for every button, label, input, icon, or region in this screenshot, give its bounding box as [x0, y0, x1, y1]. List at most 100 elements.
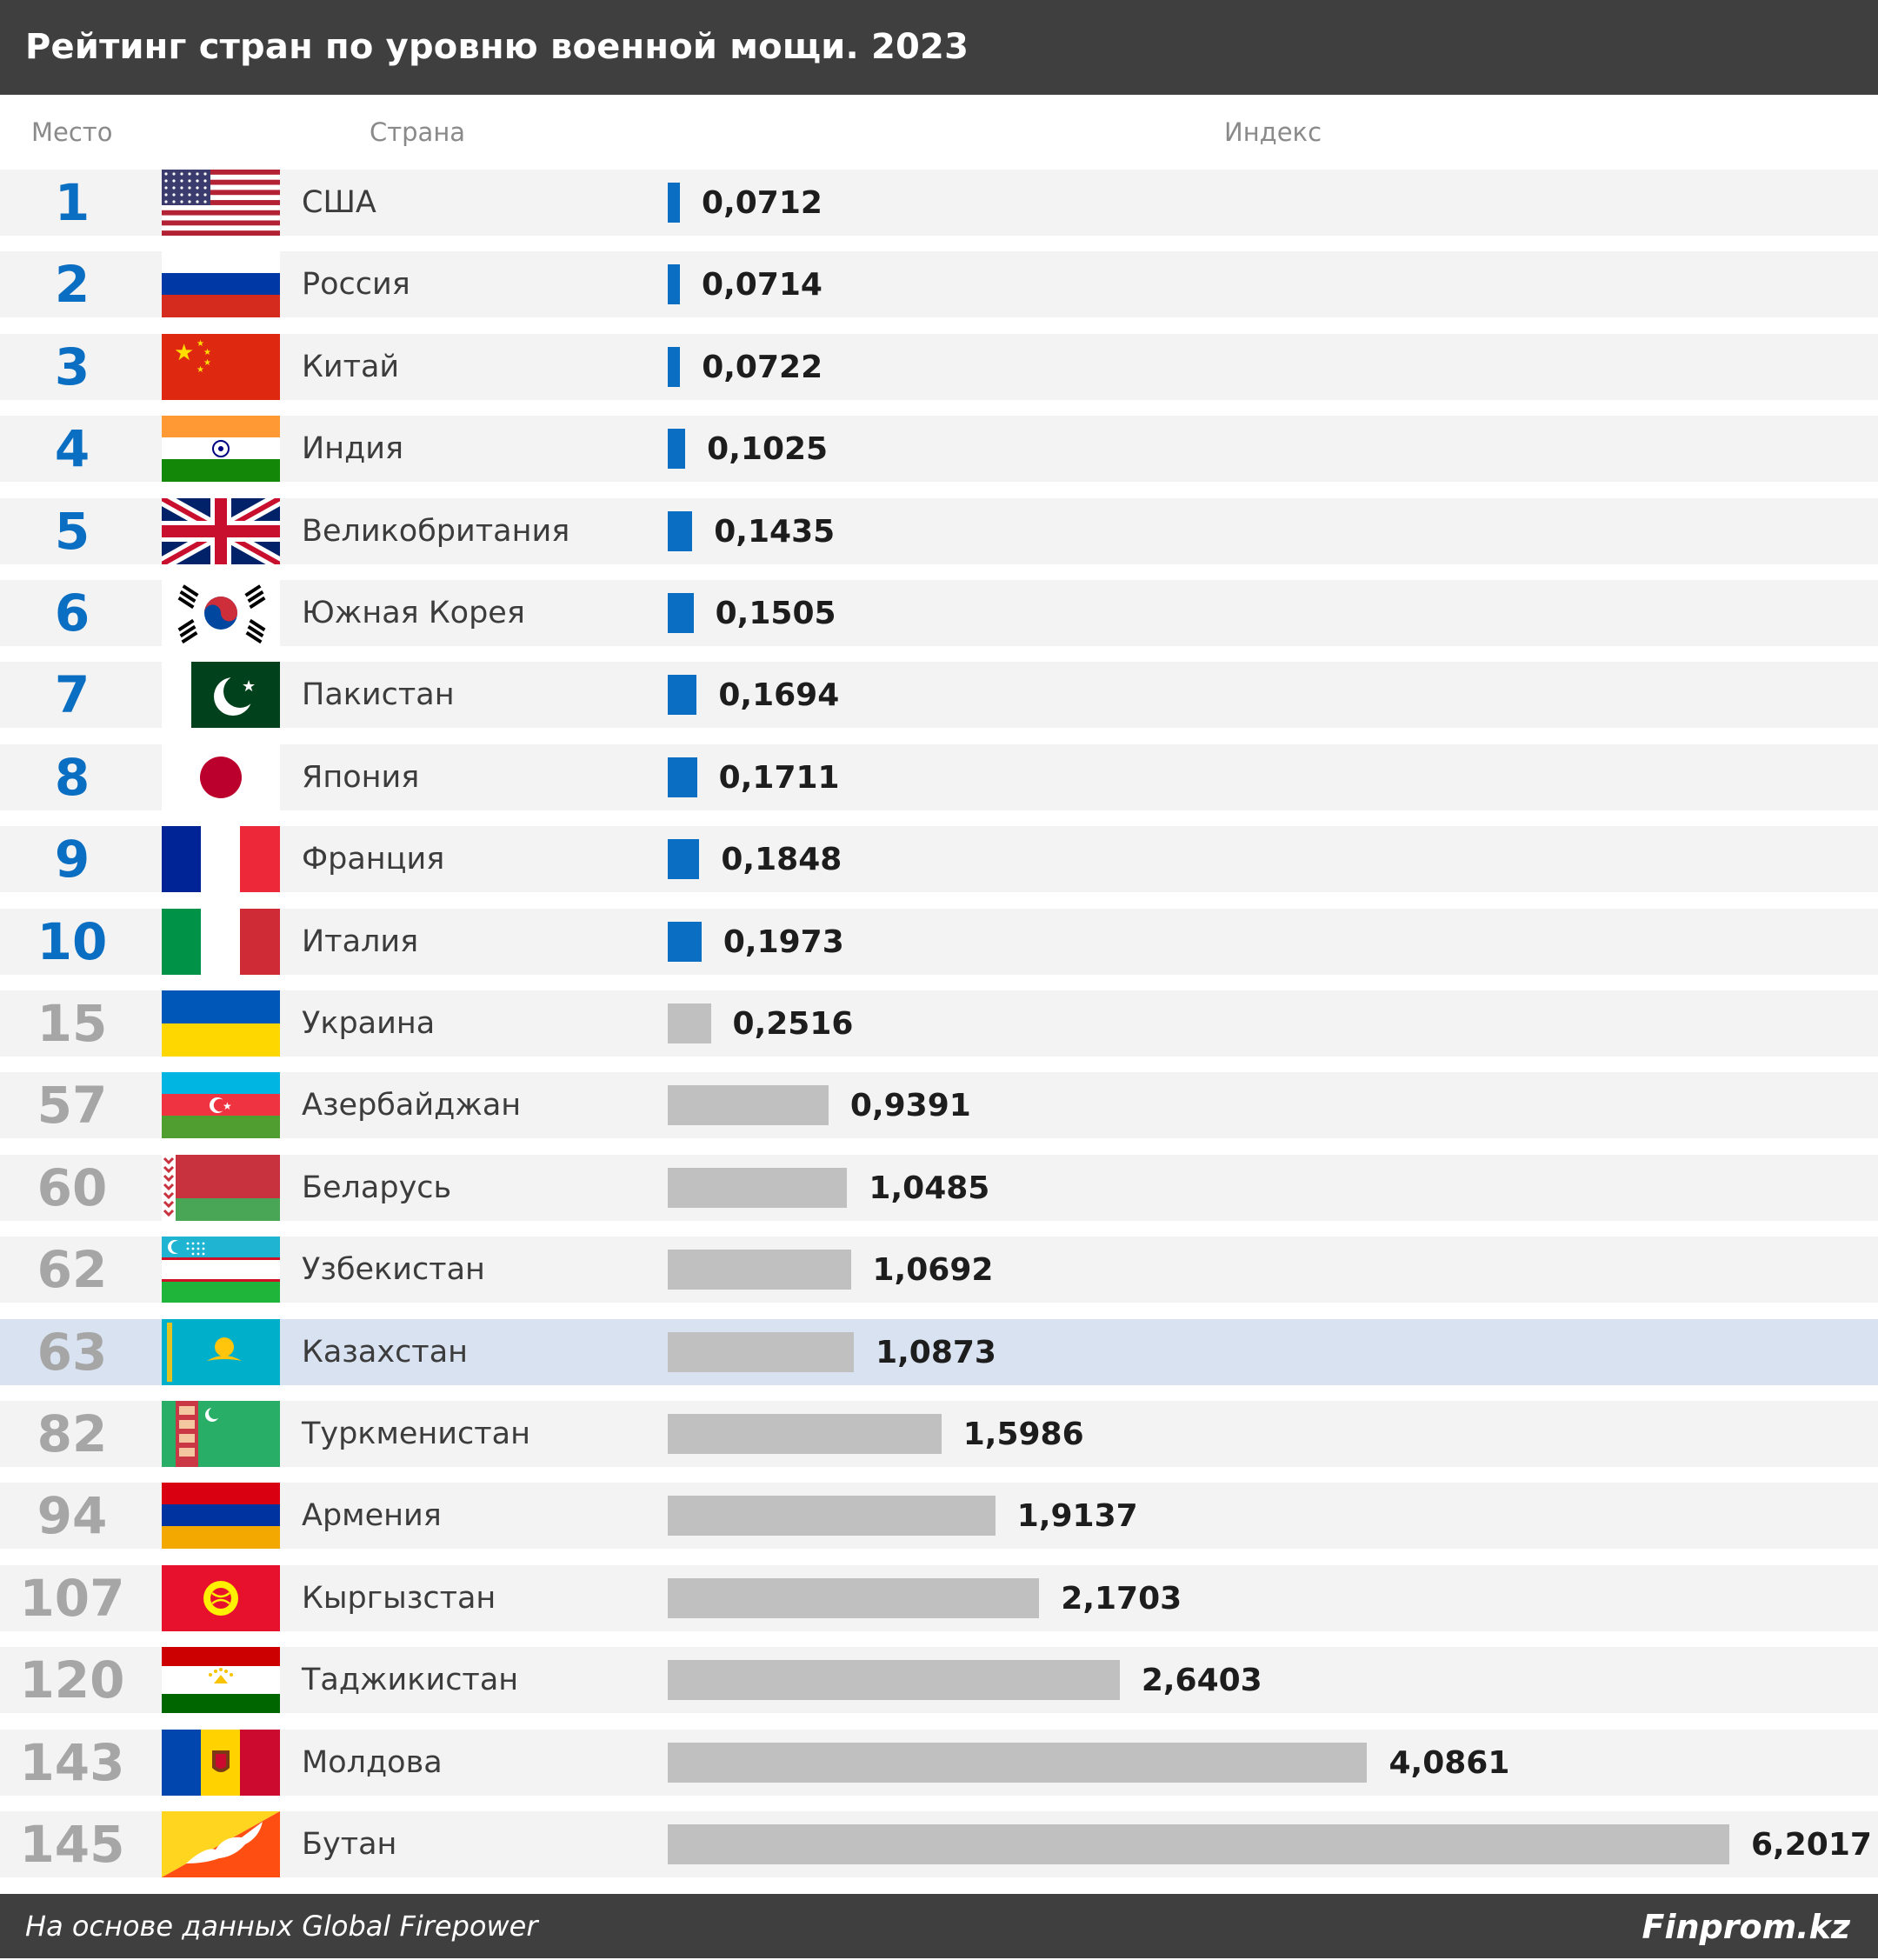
country-label: Пакистан — [302, 677, 455, 713]
rank-label: 107 — [19, 1568, 125, 1628]
rank-label: 10 — [37, 911, 108, 971]
svg-text:★: ★ — [203, 358, 211, 368]
table-row: 8 Япония 0,1711 — [0, 743, 1878, 810]
bar-mark — [668, 593, 694, 633]
bar-mark — [668, 1331, 855, 1372]
value-label: 0,0714 — [702, 267, 822, 303]
south-korea-flag — [162, 580, 280, 646]
bar-mark — [668, 1660, 1120, 1701]
table-row: 10 Италия 0,1973 — [0, 908, 1878, 975]
country-label: Япония — [302, 759, 420, 795]
country-label: Кыргызстан — [302, 1580, 496, 1616]
france-flag — [162, 826, 280, 893]
country-label: Южная Корея — [302, 596, 525, 630]
country-label: Индия — [302, 431, 404, 467]
bar-mark — [668, 757, 697, 797]
rank-label: 9 — [54, 830, 90, 890]
bar-mark — [668, 839, 700, 880]
value-label: 1,0692 — [872, 1252, 994, 1289]
kazakhstan-flag — [162, 1318, 280, 1385]
title-bar: Рейтинг стран по уровню военной мощи. 20… — [0, 0, 1878, 95]
footer: На основе данных Global Firepower Finpro… — [0, 1894, 1878, 1958]
country-label: США — [302, 185, 376, 220]
rank-label: 82 — [37, 1404, 108, 1463]
value-label: 0,1505 — [715, 596, 836, 631]
column-header-rank: Место — [31, 117, 113, 147]
page-title: Рейтинг стран по уровню военной мощи. 20… — [25, 27, 969, 67]
rank-label: 3 — [54, 337, 90, 397]
bar-mark — [668, 1250, 851, 1290]
us-flag — [162, 170, 280, 236]
bar-mark — [668, 429, 686, 470]
table-row: 15 Украина 0,2516 — [0, 990, 1878, 1057]
svg-text:★: ★ — [223, 1100, 232, 1112]
rank-label: 120 — [19, 1650, 125, 1710]
rank-label: 145 — [19, 1815, 125, 1874]
svg-text:★: ★ — [174, 340, 194, 366]
brand-logo: Finprom.kz — [1642, 1908, 1850, 1946]
country-label: Туркменистан — [302, 1417, 530, 1451]
value-label: 0,1711 — [718, 759, 840, 796]
uzbekistan-flag — [162, 1237, 280, 1303]
russia-flag — [162, 251, 280, 318]
table-row: 107 Кыргызстан 2,1703 — [0, 1564, 1878, 1631]
rank-label: 4 — [54, 419, 90, 479]
country-label: Узбекистан — [302, 1252, 485, 1288]
table-row: 9 Франция 0,1848 — [0, 826, 1878, 893]
value-label: 0,0722 — [702, 349, 823, 385]
bar-mark — [668, 1742, 1368, 1783]
rank-label: 143 — [19, 1732, 125, 1792]
bar-mark — [668, 510, 693, 551]
table-row: 120 Таджикистан 2,6403 — [0, 1647, 1878, 1714]
bar-mark — [668, 183, 681, 223]
belarus-flag — [162, 1154, 280, 1221]
value-label: 0,1848 — [721, 842, 842, 878]
value-label: 2,6403 — [1141, 1663, 1262, 1699]
bar-mark — [668, 264, 681, 305]
column-header-index: Индекс — [1224, 117, 1322, 147]
table-row: 145 Бутан 6,2017 — [0, 1811, 1878, 1877]
value-label: 0,1973 — [723, 923, 844, 960]
svg-text:★: ★ — [196, 365, 204, 375]
value-label: 2,1703 — [1061, 1580, 1182, 1617]
india-flag — [162, 416, 280, 483]
bar-mark — [668, 1085, 829, 1126]
rank-label: 60 — [37, 1157, 108, 1217]
table-row: 63 Казахстан 1,0873 — [0, 1318, 1878, 1385]
value-label: 1,9137 — [1016, 1498, 1138, 1535]
table-row: 57 ★ Азербайджан 0,9391 — [0, 1072, 1878, 1139]
bar-mark — [668, 1003, 711, 1043]
italy-flag — [162, 908, 280, 975]
table-row: 7 ★ Пакистан 0,1694 — [0, 662, 1878, 729]
value-label: 0,1025 — [707, 431, 829, 468]
table-row: 82 Туркменистан 1,5986 — [0, 1401, 1878, 1467]
value-label: 0,0712 — [702, 185, 822, 221]
bar-mark — [668, 346, 681, 387]
country-label: Беларусь — [302, 1170, 452, 1205]
table-row: 3 ★ ★ ★ ★ ★ Китай 0,0722 — [0, 333, 1878, 400]
ukraine-flag — [162, 990, 280, 1057]
bar-mark — [668, 1167, 848, 1208]
rank-label: 1 — [54, 173, 90, 232]
value-label: 1,5986 — [962, 1417, 1084, 1452]
country-label: Таджикистан — [302, 1663, 519, 1698]
rank-label: 63 — [37, 1322, 108, 1382]
table-row: 2 Россия 0,0714 — [0, 251, 1878, 318]
rank-label: 62 — [37, 1240, 108, 1300]
column-header-country: Страна — [370, 117, 466, 147]
rank-label: 6 — [54, 583, 90, 643]
country-label: Украина — [302, 1006, 436, 1041]
table-row: 4 Индия 0,1025 — [0, 416, 1878, 483]
azerbaijan-flag: ★ — [162, 1072, 280, 1139]
rank-label: 94 — [37, 1486, 108, 1546]
rank-label: 2 — [54, 255, 90, 315]
uk-flag — [162, 497, 280, 564]
table-row: 62 Узбекистан 1,0692 — [0, 1237, 1878, 1303]
country-label: Россия — [302, 267, 410, 303]
bhutan-flag — [162, 1811, 280, 1877]
value-label: 0,2516 — [732, 1006, 854, 1042]
japan-flag — [162, 743, 280, 810]
rank-label: 57 — [37, 1076, 108, 1136]
country-label: Молдова — [302, 1744, 443, 1780]
moldova-flag — [162, 1729, 280, 1796]
